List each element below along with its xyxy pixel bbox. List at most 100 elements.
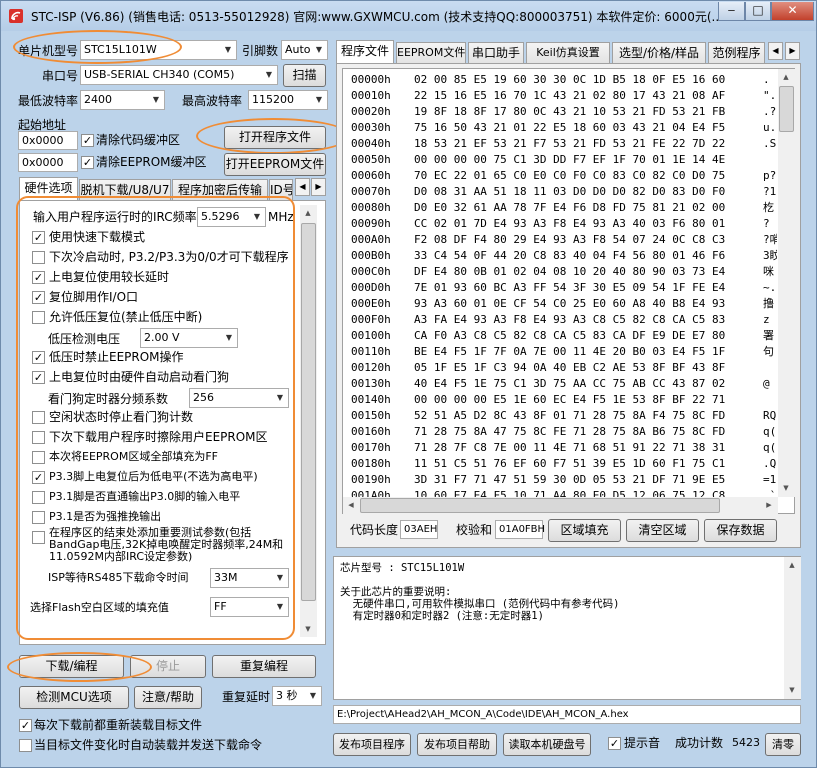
tab-selection-price[interactable]: 选型/价格/样品	[612, 42, 706, 64]
help-button[interactable]: 注意/帮助	[134, 686, 202, 709]
serial-port-select[interactable]: USB-SERIAL CH340 (COM5) ▼	[80, 65, 278, 85]
rs485-wait-select[interactable]: 33M ▼	[210, 568, 289, 588]
hex-bytes: A3 FA E4 93 A3 F8 E4 93 A3 C8 C5 82 C8 C…	[414, 313, 726, 326]
scroll-thumb[interactable]	[779, 86, 794, 132]
option-checkbox[interactable]	[32, 491, 45, 504]
checksum-value: 01A0FBH	[495, 520, 545, 539]
scroll-up-arrow-icon[interactable]: ▲	[784, 557, 800, 573]
read-disk-id-button[interactable]: 读取本机硬盘号	[503, 733, 591, 756]
hex-bytes: 70 EC 22 01 65 C0 E0 C0 F0 C0 83 C0 82 C…	[414, 169, 726, 182]
repeat-delay-select[interactable]: 3 秒 ▼	[272, 686, 322, 706]
download-program-button[interactable]: 下载/编程	[19, 655, 124, 678]
chevron-down-icon: ▼	[315, 95, 323, 104]
hex-vscrollbar[interactable]: ▲ ▼	[778, 69, 795, 497]
scan-button[interactable]: 扫描	[283, 64, 326, 87]
scroll-up-arrow-icon[interactable]: ▲	[778, 69, 794, 85]
stop-button[interactable]: 停止	[130, 655, 206, 678]
chevron-down-icon: ▼	[276, 573, 284, 582]
hex-bytes: 71 28 75 8A 47 75 8C FE 71 28 75 8A B6 7…	[414, 425, 726, 438]
scroll-thumb[interactable]	[301, 223, 316, 601]
max-baud-select[interactable]: 115200 ▼	[248, 90, 328, 110]
auto-reload-checkbox[interactable]	[19, 739, 32, 752]
tab-program-file[interactable]: 程序文件	[336, 40, 394, 64]
option-label: P3.1脚是否直通输出P3.0脚的输入电平	[49, 490, 241, 503]
open-eeprom-file-button[interactable]: 打开EEPROM文件	[224, 153, 326, 176]
reload-before-download-checkbox[interactable]: ✓	[19, 719, 32, 732]
area-fill-button[interactable]: 区域填充	[548, 519, 621, 542]
tab-id-number[interactable]: ID号	[269, 179, 293, 201]
mcu-model-select[interactable]: STC15L101W ▼	[80, 40, 237, 60]
code-address-input[interactable]: 0x0000	[18, 131, 78, 150]
scroll-down-arrow-icon[interactable]: ▼	[300, 621, 316, 637]
scroll-left-arrow-icon[interactable]: ◀	[343, 497, 359, 513]
option-checkbox[interactable]: ✓	[32, 291, 45, 304]
mcu-model-label: 单片机型号	[18, 44, 79, 58]
tab-keil-settings[interactable]: Keil仿真设置	[526, 42, 610, 64]
hex-address: 00130h	[351, 377, 391, 390]
tab-serial-assistant[interactable]: 串口助手	[468, 42, 524, 64]
option-label: 下次下载用户程序时擦除用户EEPROM区	[49, 430, 268, 444]
option-checkbox[interactable]	[32, 531, 45, 544]
option-checkbox[interactable]: ✓	[32, 351, 45, 364]
publish-program-button[interactable]: 发布项目程序	[333, 733, 411, 756]
tab-scroll-left-button[interactable]: ◀	[295, 178, 310, 196]
flash-fill-value: FF	[214, 600, 227, 613]
clear-area-button[interactable]: 清空区域	[626, 519, 699, 542]
option-checkbox[interactable]	[32, 511, 45, 524]
hex-ascii: q(	[763, 441, 777, 454]
repeat-delay-value: 3 秒	[276, 689, 298, 702]
tab-encrypted-transfer[interactable]: 程序加密后传输	[172, 179, 268, 201]
hex-ascii: =1	[763, 473, 777, 486]
pin-count-select[interactable]: Auto ▼	[281, 40, 328, 60]
sound-checkbox[interactable]: ✓	[608, 737, 621, 750]
option-label: 允许低压复位(禁止低压中断)	[49, 310, 203, 324]
min-baud-label: 最低波特率	[18, 94, 79, 108]
tab-eeprom-file[interactable]: EEPROM文件	[396, 42, 466, 64]
tab-scroll-right-button[interactable]: ▶	[785, 42, 800, 60]
hex-bytes: CA F0 A3 C8 C5 82 C8 CA C5 83 CA DF E9 D…	[414, 329, 726, 342]
tab-scroll-left-button[interactable]: ◀	[768, 42, 783, 60]
tab-hardware-options[interactable]: 硬件选项	[19, 177, 78, 201]
tab-offline-download[interactable]: 脱机下载/U8/U7	[79, 179, 171, 201]
repeat-program-button[interactable]: 重复编程	[212, 655, 316, 678]
reset-count-button[interactable]: 清零	[765, 733, 801, 756]
hex-ascii: RQ	[763, 409, 777, 422]
eeprom-address-input[interactable]: 0x0000	[18, 153, 78, 172]
option-checkbox[interactable]	[32, 251, 45, 264]
hex-bytes: DF E4 80 0B 01 02 04 08 10 20 40 80 90 0…	[414, 265, 726, 278]
option-checkbox[interactable]	[32, 311, 45, 324]
option-checkbox[interactable]	[32, 451, 45, 464]
clear-eeprom-checkbox[interactable]: ✓	[81, 156, 94, 169]
hex-view[interactable]: 00000h 02 00 85 E5 19 60 30 30 0C 1D B5 1…	[342, 68, 795, 514]
tab-scroll-right-button[interactable]: ▶	[311, 178, 326, 196]
hex-hscrollbar[interactable]: ◀ ▶	[343, 497, 778, 514]
clear-code-checkbox[interactable]: ✓	[81, 134, 94, 147]
wdt-prescaler-select[interactable]: 256 ▼	[189, 388, 289, 408]
scroll-up-arrow-icon[interactable]: ▲	[300, 205, 316, 221]
info-scrollbar[interactable]: ▲ ▼	[784, 557, 801, 699]
option-checkbox[interactable]	[32, 411, 45, 424]
scroll-down-arrow-icon[interactable]: ▼	[778, 480, 794, 496]
options-scrollbar[interactable]: ▲ ▼	[300, 205, 317, 637]
option-checkbox[interactable]: ✓	[32, 231, 45, 244]
min-baud-select[interactable]: 2400 ▼	[80, 90, 165, 110]
option-checkbox[interactable]	[32, 431, 45, 444]
scroll-thumb[interactable]	[360, 498, 720, 513]
repeat-delay-label: 重复延时	[222, 690, 271, 704]
option-checkbox[interactable]: ✓	[32, 471, 45, 484]
hex-address: 00050h	[351, 153, 391, 166]
detect-mcu-button[interactable]: 检测MCU选项	[19, 686, 129, 709]
max-baud-value: 115200	[252, 93, 294, 106]
left-panel: 单片机型号 STC15L101W ▼ 引脚数 Auto ▼ 串口号 USB-SE…	[0, 0, 351, 768]
scroll-right-arrow-icon[interactable]: ▶	[761, 497, 777, 513]
option-checkbox[interactable]: ✓	[32, 271, 45, 284]
option-checkbox[interactable]: ✓	[32, 371, 45, 384]
irc-frequency-select[interactable]: 5.5296 ▼	[197, 207, 266, 227]
save-data-button[interactable]: 保存数据	[704, 519, 777, 542]
publish-help-button[interactable]: 发布项目帮助	[417, 733, 497, 756]
scroll-down-arrow-icon[interactable]: ▼	[784, 682, 800, 698]
lvd-voltage-select[interactable]: 2.00 V ▼	[140, 328, 238, 348]
tab-examples[interactable]: 范例程序	[708, 42, 765, 64]
open-program-file-button[interactable]: 打开程序文件	[224, 126, 326, 149]
flash-fill-select[interactable]: FF ▼	[210, 597, 289, 617]
